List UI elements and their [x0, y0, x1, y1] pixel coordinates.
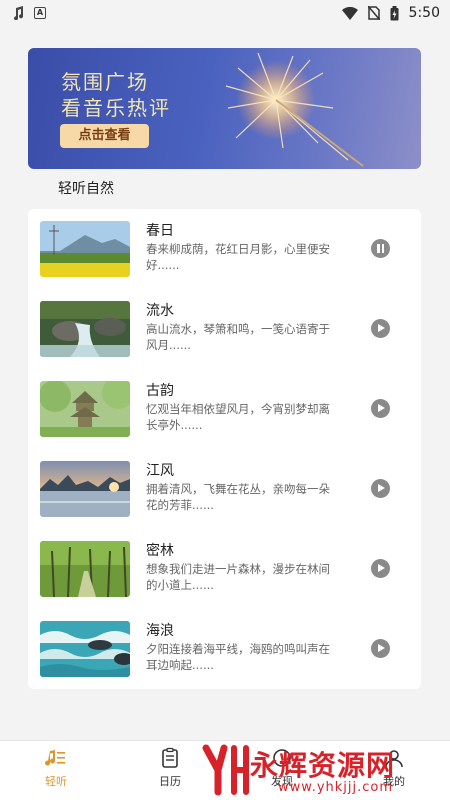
track-description: 夕阳连接着海平线，海鸥的鸣叫声在 耳边响起...... [146, 642, 330, 672]
banner-title: 氛围广场 [61, 70, 149, 94]
track-description: 拥着清风，飞舞在花丛，亲吻每一朵 花的芳菲...... [146, 482, 330, 512]
promo-banner[interactable]: 氛围广场 看音乐热评 点击查看 [28, 48, 421, 169]
wifi-icon [341, 6, 358, 20]
list-item[interactable]: 流水 高山流水，琴箫和鸣，一笺心语寄于 风月...... [28, 289, 421, 369]
thumbnail-river-wind [40, 461, 130, 517]
pause-icon[interactable] [371, 239, 390, 258]
tab-label: 轻听 [45, 775, 67, 788]
thumbnail-spring [40, 221, 130, 277]
track-title: 春日 [146, 223, 174, 239]
notification-a-icon: A [34, 7, 46, 19]
banner-subtitle: 看音乐热评 [61, 96, 171, 120]
play-icon[interactable] [371, 559, 390, 578]
track-title: 海浪 [146, 623, 174, 639]
watermark-logo [202, 744, 249, 796]
track-title: 古韵 [146, 383, 174, 399]
track-title: 密林 [146, 543, 174, 559]
play-icon[interactable] [371, 399, 390, 418]
play-icon[interactable] [371, 639, 390, 658]
list-item[interactable]: 江风 拥着清风，飞舞在花丛，亲吻每一朵 花的芳菲...... [28, 449, 421, 529]
music-list-icon [45, 750, 65, 766]
thumbnail-forest [40, 541, 130, 597]
section-title: 轻听自然 [58, 181, 114, 197]
track-title: 流水 [146, 303, 174, 319]
tab-listen[interactable]: 轻听 [26, 747, 86, 789]
music-note-icon [14, 6, 24, 20]
thumbnail-stream [40, 301, 130, 357]
list-item[interactable]: 密林 想象我们走进一片森林，漫步在林间 的小道上...... [28, 529, 421, 609]
track-description: 高山流水，琴箫和鸣，一笺心语寄于 风月...... [146, 322, 330, 352]
calendar-icon [162, 747, 178, 768]
play-icon[interactable] [371, 479, 390, 498]
track-list: 春日 春来柳成荫，花红日月影，心里便安 好...... 流水 高山流水，琴箫和鸣… [28, 209, 421, 689]
site-watermark: 永辉资源网 www.yhkjjj.com [200, 738, 450, 800]
battery-charging-icon [390, 5, 399, 20]
list-item[interactable]: 春日 春来柳成荫，花红日月影，心里便安 好...... [28, 209, 421, 289]
list-item[interactable]: 海浪 夕阳连接着海平线，海鸥的鸣叫声在 耳边响起...... [28, 609, 421, 689]
tab-calendar[interactable]: 日历 [140, 747, 200, 789]
list-item[interactable]: 古韵 忆观当年相依望风月，今宵别梦却离 长亭外...... [28, 369, 421, 449]
track-description: 想象我们走进一片森林，漫步在林间 的小道上...... [146, 562, 330, 592]
sparkler-graphic [225, 52, 364, 167]
no-sim-icon [367, 6, 380, 20]
clock: 5:50 [408, 5, 440, 21]
track-title: 江风 [146, 463, 174, 479]
status-bar: A 5:50 [0, 0, 450, 26]
track-description: 忆观当年相依望风月，今宵别梦却离 长亭外...... [146, 402, 330, 432]
track-description: 春来柳成荫，花红日月影，心里便安 好...... [146, 242, 330, 272]
thumbnail-waves [40, 621, 130, 677]
play-icon[interactable] [371, 319, 390, 338]
watermark-url: www.yhkjjj.com [278, 780, 394, 795]
tab-label: 日历 [159, 775, 181, 788]
banner-view-button[interactable]: 点击查看 [60, 124, 149, 148]
watermark-text: 永辉资源网 [250, 749, 396, 782]
thumbnail-ancient [40, 381, 130, 437]
